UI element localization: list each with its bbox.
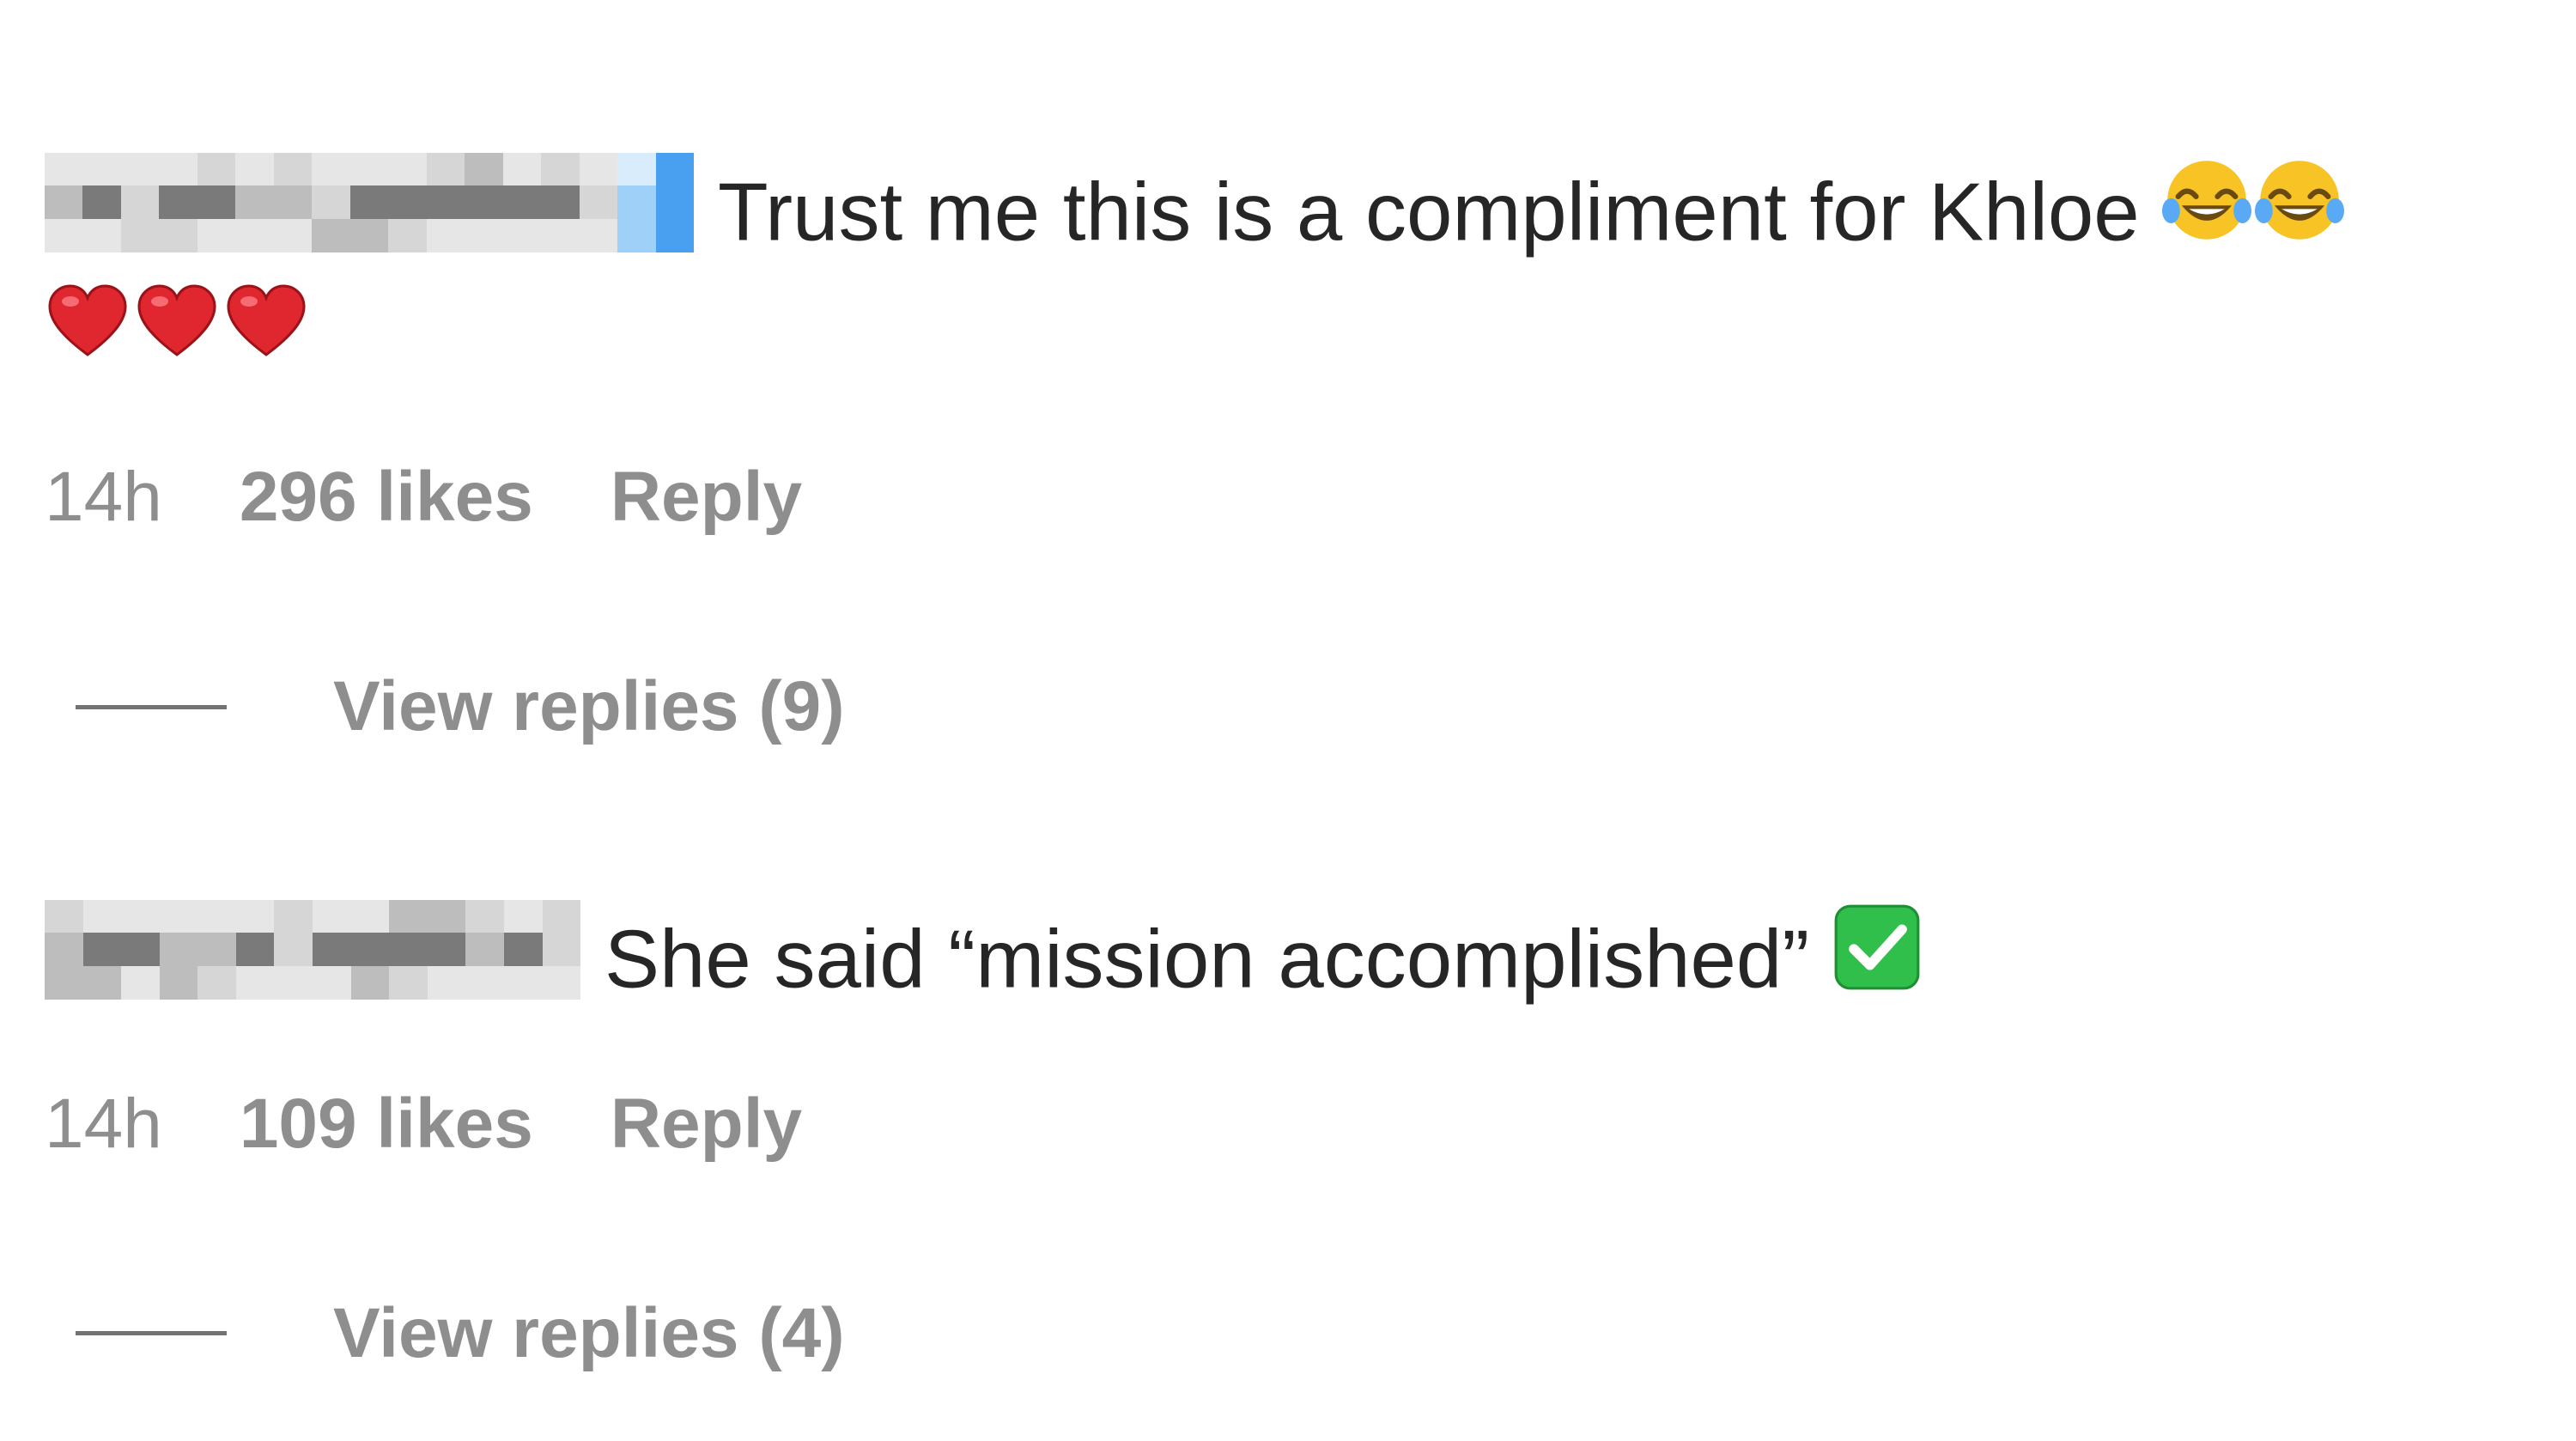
comment-emojis xyxy=(45,275,313,393)
comment-meta: 14h 109 likes Reply xyxy=(45,1084,2535,1164)
view-replies-button[interactable]: View replies (9) xyxy=(45,666,2535,747)
comment-emojis xyxy=(1832,900,1925,1020)
comment-timestamp: 14h xyxy=(45,1084,162,1163)
replies-divider-line xyxy=(76,704,227,709)
view-replies-label: View replies (9) xyxy=(333,667,845,746)
comment-text: She said “mission accomplished” xyxy=(605,913,1810,1006)
comment-emojis xyxy=(2162,153,2348,273)
red-heart-icon xyxy=(223,279,309,393)
red-heart-icon xyxy=(134,279,220,393)
view-replies-label: View replies (4) xyxy=(333,1293,845,1372)
comment: Trust me this is a compliment for Khloe xyxy=(45,151,2535,747)
comment-timestamp: 14h xyxy=(45,458,162,537)
laughing-emoji-icon xyxy=(2255,155,2345,273)
comment-body: She said “mission accomplished” xyxy=(45,898,2535,1020)
reply-button[interactable]: Reply xyxy=(611,1085,802,1163)
like-count[interactable]: 296 likes xyxy=(240,458,533,536)
check-mark-button-icon xyxy=(1832,903,1922,1020)
comment: She said “mission accomplished” 14h 109 l… xyxy=(45,898,2535,1374)
reply-button[interactable]: Reply xyxy=(611,458,802,536)
comment-meta: 14h 296 likes Reply xyxy=(45,457,2535,538)
comment-body: Trust me this is a compliment for Khloe xyxy=(45,151,2535,393)
replies-divider-line xyxy=(76,1331,227,1336)
laughing-emoji-icon xyxy=(2162,155,2252,273)
pixelated-username-image xyxy=(45,152,694,252)
like-count[interactable]: 109 likes xyxy=(240,1085,533,1163)
username-pixelated[interactable] xyxy=(45,899,580,1000)
comment-text: Trust me this is a compliment for Khloe xyxy=(718,166,2140,258)
red-heart-icon xyxy=(45,279,131,393)
username-pixelated[interactable] xyxy=(45,152,694,252)
view-replies-button[interactable]: View replies (4) xyxy=(45,1293,2535,1374)
pixelated-username-image xyxy=(45,899,580,1000)
